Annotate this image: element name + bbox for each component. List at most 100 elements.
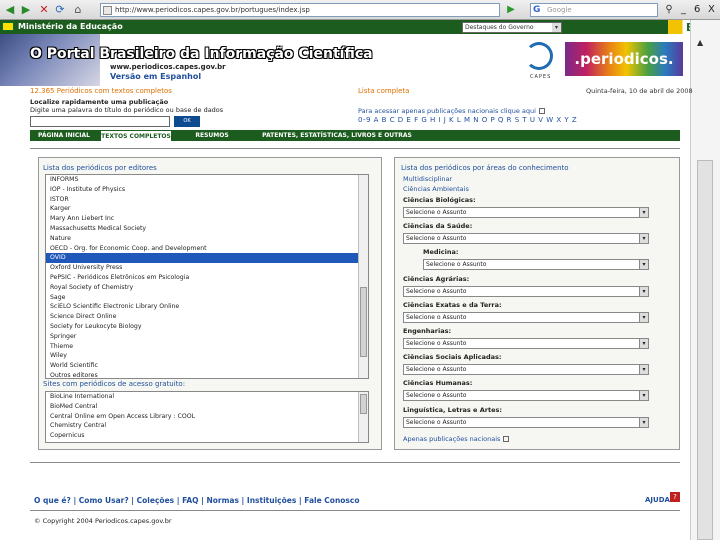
area-select-value: Selecione o Assunto (406, 418, 467, 426)
gov-title[interactable]: Ministério da Educação (18, 22, 123, 31)
page-scrollbar[interactable]: ▲ (690, 20, 720, 540)
editor-item[interactable]: OECD - Org. for Economic Coop. and Devel… (46, 244, 368, 254)
free-sites-listbox[interactable]: BioLine International BioMed Central Centr… (45, 391, 369, 443)
quick-search-hint: Digite uma palavra do título do periódic… (30, 106, 224, 114)
tab-patents[interactable]: PATENTES, ESTATÍSTICAS, LIVROS E OUTRAS … (252, 130, 422, 150)
editor-item[interactable]: IOP - Institute of Physics (46, 185, 368, 195)
free-sites-scrollbar[interactable] (358, 392, 368, 442)
browser-toolbar: ◀ ▶ ✕ ⟳ ⌂ http://www.periodicos.capes.go… (0, 0, 720, 20)
national-only-link[interactable]: Para acessar apenas publicações nacionai… (358, 107, 545, 115)
editor-item[interactable]: Wiley (46, 351, 368, 361)
editor-item[interactable]: Mary Ann Liebert Inc (46, 214, 368, 224)
minimize-button[interactable]: _ (681, 3, 686, 17)
editor-item[interactable]: Outros editores (46, 371, 368, 378)
close-button[interactable]: X (708, 3, 715, 17)
editor-item[interactable]: Nature (46, 234, 368, 244)
stop-icon[interactable]: ✕ (38, 3, 50, 16)
area-label: Ciências Sociais Aplicadas: (403, 353, 502, 362)
ambientais-link[interactable]: Ciências Ambientais (403, 185, 469, 193)
editor-item[interactable]: Springer (46, 332, 368, 342)
multidisciplinar-link[interactable]: Multidisciplinar (403, 175, 452, 183)
editor-item[interactable]: Karger (46, 204, 368, 214)
back-icon[interactable]: ◀ (4, 3, 16, 16)
full-list-link[interactable]: Lista completa (358, 87, 409, 95)
restore-button[interactable]: 6 (694, 3, 700, 17)
alphabet-index[interactable]: 0-9 A B C D E F G H I J K L M N O P Q R … (358, 116, 577, 124)
area-select-value: Selecione o Assunto (406, 235, 467, 243)
area-label: Medicina: (423, 248, 459, 257)
editor-item[interactable]: Sage (46, 293, 368, 303)
periodicos-logo[interactable]: .periodicos. (565, 42, 683, 76)
area-subject-select[interactable]: Selecione o Assunto ▾ (403, 311, 649, 323)
gov-highlights-select[interactable]: Destaques do Governo ▾ (462, 22, 562, 33)
area-subject-select[interactable]: Selecione o Assunto ▾ (403, 416, 649, 428)
gov-select-value: Destaques do Governo (465, 24, 534, 31)
search-ok-button[interactable]: OK (174, 116, 200, 127)
editor-item[interactable]: Royal Society of Chemistry (46, 283, 368, 293)
portal-title: O Portal Brasileiro da Informação Cientí… (30, 46, 373, 62)
search-placeholder: Google (547, 6, 572, 14)
free-site-item[interactable]: Copernicus (46, 431, 368, 441)
national-publications-link[interactable]: Apenas publicações nacionais (403, 435, 510, 443)
portal-url: www.periodicos.capes.gov.br (110, 63, 226, 71)
current-date: Quinta-feira, 10 de abril de 2008 (586, 87, 693, 95)
editors-scroll-thumb[interactable] (360, 287, 367, 357)
area-subject-select[interactable]: Selecione o Assunto ▾ (403, 233, 649, 245)
gov-bar: Ministério da Educação Destaques do Gove… (0, 20, 690, 34)
chevron-down-icon: ▾ (639, 417, 648, 427)
editors-scrollbar[interactable] (358, 175, 368, 378)
tab-full-texts[interactable]: TEXTOS COMPLETOS (100, 130, 172, 141)
national-only-text: Para acessar apenas publicações nacionai… (358, 107, 536, 115)
capes-logo-icon (525, 42, 553, 70)
tab-abstracts[interactable]: RESUMOS (174, 130, 250, 141)
title-search-input[interactable] (30, 116, 170, 127)
editor-item[interactable]: Thieme (46, 342, 368, 352)
forward-icon[interactable]: ▶ (20, 3, 32, 16)
editor-item[interactable]: Society for Leukocyte Biology (46, 322, 368, 332)
editor-item[interactable]: INFORMS (46, 175, 368, 185)
editor-item[interactable]: Massachusetts Medical Society (46, 224, 368, 234)
editors-listbox[interactable]: INFORMS IOP - Institute of Physics ISTOR Ka… (45, 174, 369, 379)
area-subject-select[interactable]: Selecione o Assunto ▾ (403, 390, 649, 402)
area-select-value: Selecione o Assunto (406, 366, 467, 374)
chevron-down-icon: ▾ (639, 260, 648, 270)
go-icon[interactable]: ▶ (505, 3, 517, 17)
scroll-thumb[interactable] (697, 160, 713, 540)
free-site-item[interactable]: Central Online em Open Access Library : … (46, 412, 368, 422)
area-select-value: Selecione o Assunto (426, 261, 487, 269)
editor-item[interactable]: OVID (46, 253, 368, 264)
editor-item[interactable]: World Scientific (46, 361, 368, 371)
free-sites-scroll-thumb[interactable] (360, 394, 367, 414)
free-site-item[interactable]: BioLine International (46, 392, 368, 402)
chevron-down-icon: ▾ (639, 312, 648, 322)
reload-icon[interactable]: ⟳ (54, 3, 66, 16)
free-site-item[interactable]: BioMed Central (46, 402, 368, 412)
area-label: Ciências da Saúde: (403, 222, 473, 231)
editor-item[interactable]: Science Direct Online (46, 312, 368, 322)
free-site-item[interactable]: Chemistry Central (46, 421, 368, 431)
spanish-version-link[interactable]: Versão em Espanhol (110, 72, 201, 81)
address-bar[interactable]: http://www.periodicos.capes.gov.br/portu… (100, 3, 500, 17)
free-sites-title: Sites com periódicos de acesso gratuito: (43, 380, 186, 388)
browser-search-input[interactable]: G Google (530, 3, 658, 17)
scroll-up-icon[interactable]: ▲ (697, 38, 703, 47)
editor-item[interactable]: SciELO Scientific Electronic Library Onl… (46, 302, 368, 312)
help-icon[interactable]: ? (670, 492, 680, 502)
area-subject-select[interactable]: Selecione o Assunto ▾ (403, 338, 649, 349)
editor-item[interactable]: PePSIC - Periódicos Eletrônicos em Psico… (46, 273, 368, 283)
area-subject-select[interactable]: Selecione o Assunto ▾ (403, 207, 649, 218)
area-subject-select[interactable]: Selecione o Assunto ▾ (403, 285, 649, 297)
search-icon[interactable]: ⚲ (663, 3, 675, 17)
footer-links[interactable]: O que é? | Como Usar? | Coleções | FAQ |… (34, 496, 360, 505)
help-link[interactable]: AJUDA (645, 496, 670, 504)
home-icon[interactable]: ⌂ (72, 3, 84, 16)
area-subject-select[interactable]: Selecione o Assunto ▾ (423, 259, 649, 271)
tab-home[interactable]: PÁGINA INICIAL (30, 130, 98, 141)
full-text-count-link[interactable]: 12.365 Periódicos com textos completos (30, 87, 172, 95)
copyright: © Copyright 2004 Periodicos.capes.gov.br (34, 517, 172, 525)
area-subject-select[interactable]: Selecione o Assunto ▾ (403, 364, 649, 376)
editor-item[interactable]: ISTOR (46, 195, 368, 205)
editors-panel: Lista dos periódicos por editores INFORM… (38, 157, 382, 450)
areas-panel: Lista dos periódicos por áreas do conhec… (394, 157, 680, 450)
editor-item[interactable]: Oxford University Press (46, 263, 368, 273)
